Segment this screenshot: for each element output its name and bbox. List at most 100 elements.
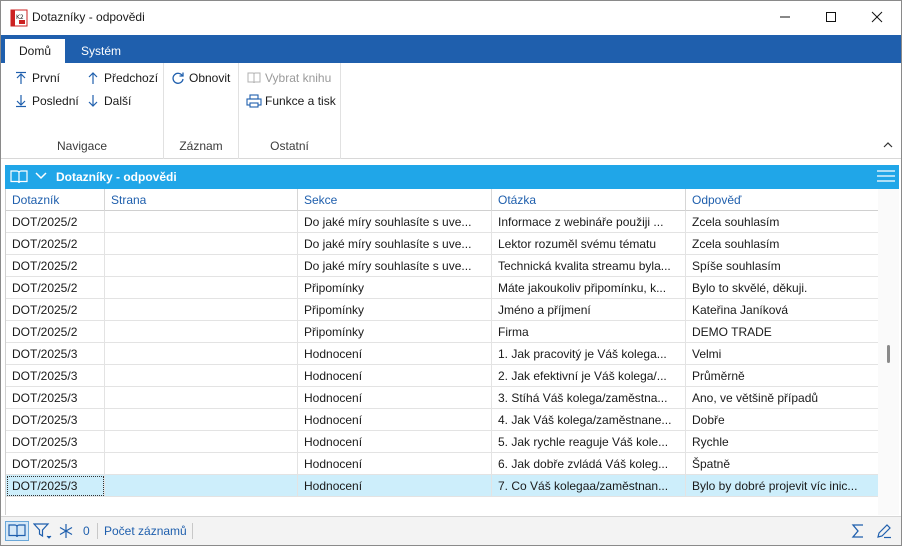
cell-sekce[interactable]: Hodnocení (298, 453, 492, 475)
cell-otazka[interactable]: 3. Stíhá Váš kolega/zaměstna... (492, 387, 686, 409)
table-row[interactable]: DOT/2025/2 Do jaké míry souhlasíte s uve.… (6, 211, 879, 233)
cell-strana[interactable] (105, 255, 298, 277)
minimize-button[interactable] (762, 1, 808, 33)
column-header-otazka[interactable]: Otázka (492, 189, 686, 211)
cell-dotaznik[interactable]: DOT/2025/2 (6, 299, 105, 321)
cell-strana[interactable] (105, 409, 298, 431)
cell-dotaznik[interactable]: DOT/2025/2 (6, 277, 105, 299)
previous-button[interactable]: Předchozí (85, 69, 158, 87)
cell-otazka[interactable]: Lektor rozuměl svému tématu (492, 233, 686, 255)
cell-dotaznik[interactable]: DOT/2025/2 (6, 255, 105, 277)
cell-strana[interactable] (105, 321, 298, 343)
close-button[interactable] (854, 1, 900, 33)
book-open-icon[interactable] (10, 169, 28, 184)
cell-sekce[interactable]: Hodnocení (298, 409, 492, 431)
collapse-ribbon-icon[interactable] (883, 141, 893, 149)
cell-odpoved[interactable]: Průměrně (686, 365, 879, 387)
column-header-odpoved[interactable]: Odpověď (686, 189, 879, 211)
cell-odpoved[interactable]: Velmi (686, 343, 879, 365)
scrollbar-thumb[interactable] (887, 345, 890, 363)
cell-odpoved[interactable]: Spíše souhlasím (686, 255, 879, 277)
vertical-scrollbar[interactable] (878, 189, 899, 515)
cell-strana[interactable] (105, 277, 298, 299)
cell-otazka[interactable]: 5. Jak rychle reaguje Váš kole... (492, 431, 686, 453)
cell-sekce[interactable]: Připomínky (298, 277, 492, 299)
chevron-down-icon[interactable] (35, 171, 47, 181)
hamburger-menu-icon[interactable] (877, 169, 895, 183)
last-button[interactable]: Poslední (13, 92, 79, 110)
tab-system[interactable]: Systém (67, 39, 135, 63)
book-view-toggle[interactable] (5, 521, 29, 541)
record-count-label[interactable]: Počet záznamů (104, 521, 187, 541)
cell-strana[interactable] (105, 233, 298, 255)
cell-dotaznik[interactable]: DOT/2025/2 (6, 211, 105, 233)
table-row[interactable]: DOT/2025/2 Do jaké míry souhlasíte s uve.… (6, 233, 879, 255)
filter-button[interactable] (33, 521, 53, 541)
table-row[interactable]: DOT/2025/3 Hodnocení 2. Jak efektivní je V… (6, 365, 879, 387)
cell-sekce[interactable]: Do jaké míry souhlasíte s uve... (298, 211, 492, 233)
cell-sekce[interactable]: Do jaké míry souhlasíte s uve... (298, 233, 492, 255)
table-row[interactable]: DOT/2025/2 Připomínky Firma DEMO TRADE (6, 321, 879, 343)
cell-odpoved[interactable]: Zcela souhlasím (686, 211, 879, 233)
cell-odpoved[interactable]: Ano, ve většině případů (686, 387, 879, 409)
cell-sekce[interactable]: Hodnocení (298, 431, 492, 453)
next-button[interactable]: Další (85, 92, 131, 110)
cell-strana[interactable] (105, 387, 298, 409)
table-row[interactable]: DOT/2025/3 Hodnocení 1. Jak pracovitý je V… (6, 343, 879, 365)
cell-strana[interactable] (105, 365, 298, 387)
cell-strana[interactable] (105, 299, 298, 321)
cell-otazka[interactable]: Technická kvalita streamu byla... (492, 255, 686, 277)
table-row[interactable]: DOT/2025/3 Hodnocení 3. Stíhá Váš kolega/… (6, 387, 879, 409)
first-button[interactable]: První (13, 69, 60, 87)
cell-otazka[interactable]: Firma (492, 321, 686, 343)
cell-otazka[interactable]: Máte jakoukoliv připomínku, k... (492, 277, 686, 299)
cell-sekce[interactable]: Připomínky (298, 299, 492, 321)
cell-odpoved[interactable]: Špatně (686, 453, 879, 475)
cell-dotaznik[interactable]: DOT/2025/3 (6, 431, 105, 453)
cell-otazka[interactable]: 6. Jak dobře zvládá Váš koleg... (492, 453, 686, 475)
refresh-button[interactable]: Obnovit (170, 69, 230, 87)
cell-dotaznik[interactable]: DOT/2025/3 (6, 343, 105, 365)
cell-strana[interactable] (105, 431, 298, 453)
cell-sekce[interactable]: Hodnocení (298, 475, 492, 497)
cell-sekce[interactable]: Hodnocení (298, 365, 492, 387)
cell-odpoved[interactable]: Dobře (686, 409, 879, 431)
cell-sekce[interactable]: Hodnocení (298, 343, 492, 365)
cell-strana[interactable] (105, 343, 298, 365)
cell-dotaznik[interactable]: DOT/2025/2 (6, 233, 105, 255)
cell-sekce[interactable]: Do jaké míry souhlasíte s uve... (298, 255, 492, 277)
column-header-sekce[interactable]: Sekce (298, 189, 492, 211)
cell-odpoved[interactable]: DEMO TRADE (686, 321, 879, 343)
cell-otazka[interactable]: 4. Jak Váš kolega/zaměstnane... (492, 409, 686, 431)
cell-odpoved[interactable]: Rychle (686, 431, 879, 453)
select-book-button[interactable]: Vybrat knihu (246, 69, 331, 87)
freeze-button[interactable] (58, 521, 74, 541)
edit-button[interactable] (876, 521, 892, 541)
cell-sekce[interactable]: Hodnocení (298, 387, 492, 409)
cell-dotaznik[interactable]: DOT/2025/2 (6, 321, 105, 343)
cell-strana[interactable] (105, 453, 298, 475)
cell-sekce[interactable]: Připomínky (298, 321, 492, 343)
cell-otazka[interactable]: Jméno a příjmení (492, 299, 686, 321)
column-header-strana[interactable]: Strana (105, 189, 298, 211)
table-row[interactable]: DOT/2025/2 Do jaké míry souhlasíte s uve.… (6, 255, 879, 277)
table-row[interactable]: DOT/2025/3 Hodnocení 7. Co Váš kolegaa/zam… (6, 475, 879, 497)
sum-button[interactable] (850, 521, 866, 541)
cell-otazka[interactable]: 7. Co Váš kolegaa/zaměstnan... (492, 475, 686, 497)
cell-otazka[interactable]: 2. Jak efektivní je Váš kolega/... (492, 365, 686, 387)
column-header-dotaznik[interactable]: Dotazník (6, 189, 105, 211)
cell-odpoved[interactable]: Zcela souhlasím (686, 233, 879, 255)
maximize-button[interactable] (808, 1, 854, 33)
cell-strana[interactable] (105, 475, 298, 497)
cell-dotaznik[interactable]: DOT/2025/3 (6, 453, 105, 475)
table-row[interactable]: DOT/2025/2 Připomínky Máte jakoukoliv přip… (6, 277, 879, 299)
cell-otazka[interactable]: 1. Jak pracovitý je Váš kolega... (492, 343, 686, 365)
tab-domu[interactable]: Domů (5, 39, 66, 63)
cell-odpoved[interactable]: Kateřina Janíková (686, 299, 879, 321)
table-row[interactable]: DOT/2025/3 Hodnocení 6. Jak dobře zvládá V… (6, 453, 879, 475)
cell-dotaznik[interactable]: DOT/2025/3 (6, 365, 105, 387)
cell-otazka[interactable]: Informace z webináře použiji ... (492, 211, 686, 233)
cell-dotaznik[interactable]: DOT/2025/3 (6, 387, 105, 409)
functions-print-button[interactable]: Funkce a tisk (246, 92, 336, 110)
cell-dotaznik[interactable]: DOT/2025/3 (6, 409, 105, 431)
